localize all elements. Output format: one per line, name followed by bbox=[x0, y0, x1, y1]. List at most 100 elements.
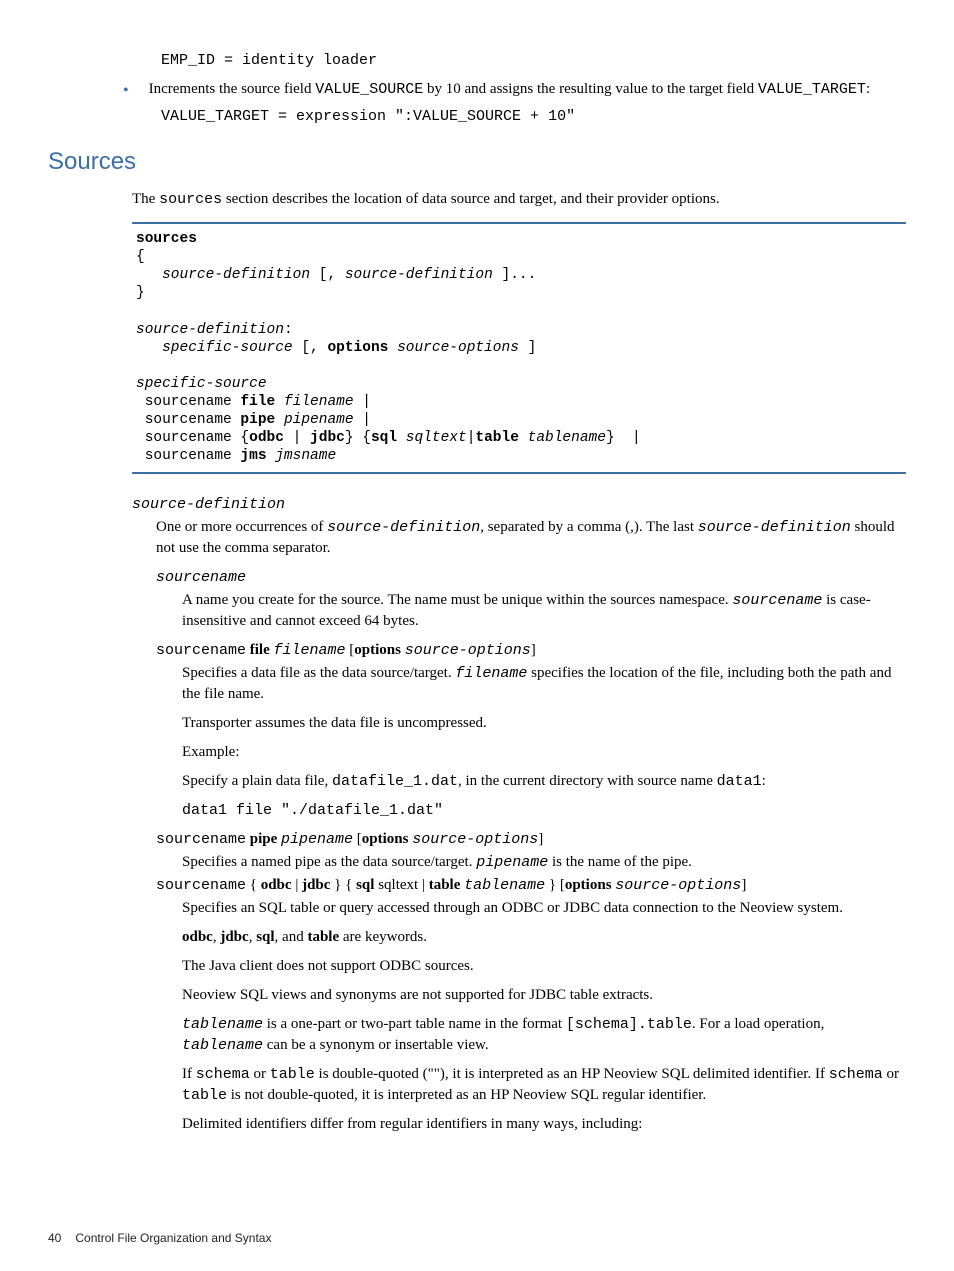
def-file-code: data1 file "./datafile_1.dat" bbox=[182, 800, 906, 821]
brace: } bbox=[136, 285, 145, 301]
code-var: source-options bbox=[412, 831, 538, 848]
code-var: source-definition bbox=[698, 519, 851, 536]
code-var: source-options bbox=[405, 642, 531, 659]
text: is the name of the pipe. bbox=[548, 854, 692, 870]
txt: ] bbox=[741, 877, 746, 893]
text: A name you create for the source. The na… bbox=[182, 592, 732, 608]
var: specific-source bbox=[136, 376, 267, 392]
code-var: source-definition bbox=[132, 496, 285, 513]
code-var: source-definition bbox=[327, 519, 480, 536]
text: section describes the location of data s… bbox=[222, 191, 719, 207]
var: tablename bbox=[528, 430, 606, 446]
sp bbox=[519, 430, 528, 446]
kw: table bbox=[475, 430, 519, 446]
code-var: pipename bbox=[281, 831, 353, 848]
code: sourcename bbox=[156, 831, 246, 848]
code: VALUE_TARGET bbox=[758, 81, 866, 98]
var: sqltext bbox=[406, 430, 467, 446]
colon: : bbox=[284, 322, 293, 338]
kw: odbc bbox=[261, 877, 292, 893]
var: pipename bbox=[284, 412, 354, 428]
kw: file bbox=[246, 642, 274, 658]
text: Specifies a named pipe as the data sourc… bbox=[182, 854, 476, 870]
sp bbox=[136, 340, 162, 356]
txt: [, bbox=[310, 267, 345, 283]
text: One or more occurrences of bbox=[156, 519, 327, 535]
sp bbox=[388, 340, 397, 356]
code-var: source-options bbox=[615, 877, 741, 894]
kw: options bbox=[362, 831, 412, 847]
text: is a one-part or two-part table name in … bbox=[263, 1016, 566, 1032]
sp bbox=[275, 412, 284, 428]
text: Specify a plain data file, bbox=[182, 773, 332, 789]
kw: odbc bbox=[182, 929, 213, 945]
text: , in the current directory with source n… bbox=[458, 773, 717, 789]
code-var: tablename bbox=[464, 877, 545, 894]
kw: sql bbox=[356, 877, 374, 893]
bullet-item: • Increments the source field VALUE_SOUR… bbox=[123, 79, 906, 102]
txt: ] bbox=[519, 340, 536, 356]
def-odbc-p3: The Java client does not support ODBC so… bbox=[182, 956, 906, 977]
def-odbc-p5: tablename is a one-part or two-part tabl… bbox=[182, 1014, 906, 1056]
kw: options bbox=[354, 642, 404, 658]
def-source-definition: One or more occurrences of source-defini… bbox=[156, 517, 906, 559]
bullet-dot-icon: • bbox=[123, 80, 129, 102]
text: is not double-quoted, it is interpreted … bbox=[227, 1087, 706, 1103]
def-odbc-p7: Delimited identifiers differ from regula… bbox=[182, 1114, 906, 1135]
code-var: filename bbox=[274, 642, 346, 659]
def-file-p2: Transporter assumes the data file is unc… bbox=[182, 713, 906, 734]
term-file: sourcename file filename [options source… bbox=[156, 640, 906, 661]
kw: jdbc bbox=[302, 877, 330, 893]
brace: { bbox=[136, 249, 145, 265]
def-file-p1: Specifies a data file as the data source… bbox=[182, 663, 906, 705]
def-odbc-p6: If schema or table is double-quoted ("")… bbox=[182, 1064, 906, 1106]
bullet-text: Increments the source field VALUE_SOURCE… bbox=[149, 79, 906, 102]
kw: table bbox=[307, 929, 339, 945]
var: source-definition bbox=[162, 267, 310, 283]
kw: jdbc bbox=[220, 929, 248, 945]
def-file-p4: Specify a plain data file, datafile_1.da… bbox=[182, 771, 906, 792]
text: can be a synonym or insertable view. bbox=[263, 1037, 489, 1053]
term-odbc: sourcename { odbc | jdbc } { sql sqltext… bbox=[156, 875, 906, 896]
kw: pipe bbox=[240, 412, 275, 428]
kw: options bbox=[565, 877, 615, 893]
sp bbox=[136, 267, 162, 283]
txt: ] bbox=[538, 831, 543, 847]
def-sourcename: A name you create for the source. The na… bbox=[182, 590, 906, 632]
txt: | bbox=[284, 430, 310, 446]
kw: sources bbox=[136, 231, 197, 247]
kw: sql bbox=[256, 929, 274, 945]
code-var: filename bbox=[455, 665, 527, 682]
def-odbc-p4: Neoview SQL views and synonyms are not s… bbox=[182, 985, 906, 1006]
code: table bbox=[270, 1066, 315, 1083]
code: VALUE_SOURCE bbox=[315, 81, 423, 98]
pipe: | bbox=[354, 394, 371, 410]
code-emp-id: EMP_ID = identity loader bbox=[161, 50, 906, 71]
def-file-p3: Example: bbox=[182, 742, 906, 763]
kw: options bbox=[327, 340, 388, 356]
term-source-definition: source-definition bbox=[132, 494, 906, 515]
syntax-box: sources { source-definition [, source-de… bbox=[132, 222, 906, 474]
kw: file bbox=[240, 394, 275, 410]
text: : bbox=[866, 81, 870, 97]
text: by 10 and assigns the resulting value to… bbox=[423, 81, 758, 97]
code: data1 bbox=[717, 773, 762, 790]
code-var: sourcename bbox=[732, 592, 822, 609]
kw: jdbc bbox=[310, 430, 345, 446]
code-value-target: VALUE_TARGET = expression ":VALUE_SOURCE… bbox=[161, 106, 906, 127]
kw: jms bbox=[240, 448, 266, 464]
txt: | bbox=[292, 877, 303, 893]
txt: } | bbox=[606, 430, 641, 446]
text: is double-quoted (""), it is interpreted… bbox=[315, 1066, 829, 1082]
text: Specifies a data file as the data source… bbox=[182, 665, 455, 681]
code-var: tablename bbox=[182, 1016, 263, 1033]
def-pipe: Specifies a named pipe as the data sourc… bbox=[182, 852, 906, 873]
kw: table bbox=[429, 877, 464, 893]
txt: { bbox=[246, 877, 261, 893]
kw: odbc bbox=[249, 430, 284, 446]
txt: ] bbox=[531, 642, 536, 658]
txt: sourcename bbox=[136, 394, 240, 410]
var: source-definition bbox=[345, 267, 493, 283]
txt: } { bbox=[345, 430, 371, 446]
text: : bbox=[762, 773, 766, 789]
